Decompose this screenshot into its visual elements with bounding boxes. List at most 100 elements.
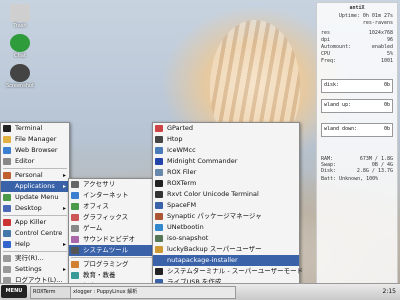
- start-menu-button[interactable]: MENU: [1, 285, 27, 298]
- menu-item-icon: [155, 235, 163, 242]
- conky-user: res-ravens: [362, 20, 393, 26]
- menu-item-nutapackage-installer[interactable]: nutapackage-installer: [153, 255, 299, 266]
- menu-item-label: システムターミナル - スーパーユーザーモード: [167, 267, 304, 275]
- menu-item-item-6[interactable]: システムツール: [69, 245, 155, 256]
- menu-item-label: Personal: [15, 171, 43, 179]
- menu-item-app-killer[interactable]: App Killer: [1, 217, 69, 228]
- applications-submenu: アクセサリ インターネットオフィス グラフィックス ゲームサウンドとビデオシステムツー…: [68, 178, 156, 293]
- menu-item-icon: [155, 246, 163, 253]
- menu-item-iso-snapshot[interactable]: iso-snapshot: [153, 233, 299, 244]
- menu-item-midnight-commander[interactable]: Midnight Commander: [153, 156, 299, 167]
- desktop-icon-trash[interactable]: Trash: [0, 4, 40, 29]
- menu-item-label: UNetbootin: [167, 223, 204, 231]
- menu-item-item-5[interactable]: サウンドとビデオ: [69, 234, 155, 245]
- menu-item-icon: [71, 272, 79, 279]
- menu-item-personal[interactable]: Personal ▸: [1, 170, 69, 181]
- menu-item-label: 教育・教養: [83, 271, 116, 279]
- menu-item-item-8[interactable]: 教育・教養: [69, 270, 155, 281]
- menu-item-applications[interactable]: Applications ▸: [1, 181, 69, 192]
- conky-dpi-label: dpi: [321, 37, 331, 43]
- main-menu: Terminal File Manager Web Browser Editor Per…: [0, 122, 70, 287]
- menu-item-icon: [3, 158, 11, 165]
- menu-item-item-4[interactable]: ゲーム: [69, 223, 155, 234]
- menu-item-label: Terminal: [15, 124, 43, 132]
- menu-item-help[interactable]: Help ▸: [1, 239, 69, 250]
- desktop-icon-label: Screenshot: [6, 83, 34, 89]
- menu-item-icon: [71, 225, 79, 232]
- menu-item-item-3[interactable]: グラフィックス: [69, 212, 155, 223]
- menu-item-item-2[interactable]: オフィス: [69, 201, 155, 212]
- conky-disk-label: disk:: [324, 82, 340, 88]
- menu-item-icewmcc[interactable]: IceWMcc: [153, 145, 299, 156]
- menu-item-terminal[interactable]: Terminal: [1, 123, 69, 134]
- menu-item-update-menu[interactable]: Update Menu: [1, 192, 69, 203]
- desktop-icon-chat[interactable]: Chat: [0, 34, 40, 59]
- system-tools-submenu: GParted Htop IceWMcc Midnight Commander ROX …: [152, 122, 303, 300]
- menu-item-label: IceWMcc: [167, 146, 196, 154]
- menu-separator: [3, 251, 67, 252]
- conky-battery: Batt: Unknown, 100%: [321, 176, 379, 182]
- menu-item-item-13[interactable]: システムターミナル - スーパーユーザーモード: [153, 266, 303, 277]
- menu-item-label: サウンドとビデオ: [83, 235, 135, 243]
- menu-item-label: Update Menu: [15, 193, 59, 201]
- menu-item-label: Applications: [15, 182, 55, 190]
- conky-uptime: Uptime: 0h 01m 27s: [338, 13, 393, 19]
- conky-wlan-up-value: 0b: [383, 102, 390, 108]
- menu-item-item-1[interactable]: インターネット: [69, 190, 155, 201]
- menu-item-control-centre[interactable]: Control Centre: [1, 228, 69, 239]
- menu-item-label: Help: [15, 240, 30, 248]
- menu-item-unetbootin[interactable]: UNetbootin: [153, 222, 299, 233]
- menu-item-label: nutapackage-installer: [167, 256, 238, 264]
- menu-item-gparted[interactable]: GParted: [153, 123, 299, 134]
- conky-wlan-down-label: wland down:: [324, 126, 358, 132]
- menu-item-label: Midnight Commander: [167, 157, 238, 165]
- menu-item-label: SpaceFM: [167, 201, 197, 209]
- menu-item-label: ゲーム: [83, 224, 103, 232]
- menu-item-file-manager[interactable]: File Manager: [1, 134, 69, 145]
- submenu-arrow-icon: ▸: [62, 205, 66, 212]
- menu-item-icon: [155, 268, 163, 275]
- menu-item-icon: [3, 266, 11, 273]
- menu-item-settings[interactable]: Settings ▸: [1, 264, 69, 275]
- submenu-arrow-icon: ▸: [62, 241, 66, 248]
- taskbar-window-roxterm[interactable]: ROXTerm: [30, 286, 72, 299]
- menu-separator: [71, 257, 153, 258]
- conky-res-label: res: [321, 30, 331, 36]
- menu-item-label: App Killer: [15, 218, 47, 226]
- menu-item-icon: [3, 230, 11, 237]
- menu-item-icon: [3, 125, 11, 132]
- menu-item-rxvt-color-unicode-terminal[interactable]: Rxvt Color Unicode Terminal: [153, 189, 299, 200]
- trash-icon: [10, 4, 30, 22]
- menu-item-editor[interactable]: Editor: [1, 156, 69, 167]
- conky-disk-value: 0b: [383, 82, 390, 88]
- menu-item-label: Desktop: [15, 204, 42, 212]
- desktop-icon-screenshot[interactable]: Screenshot: [0, 64, 40, 89]
- menu-item-icon: [3, 172, 11, 179]
- menu-item-item-0[interactable]: アクセサリ: [69, 179, 155, 190]
- conky-wlan-up-label: wland up:: [324, 102, 352, 108]
- conky-automount-label: Automount:: [321, 44, 352, 50]
- menu-item-luckybackup[interactable]: luckyBackup スーパーユーザー: [153, 244, 299, 255]
- conky-disk2-label: Disk:: [321, 168, 337, 174]
- conky-dpi-value: 96: [386, 37, 393, 43]
- menu-item-web-browser[interactable]: Web Browser: [1, 145, 69, 156]
- menu-item-icon: [71, 203, 79, 210]
- menu-item-desktop[interactable]: Desktop ▸: [1, 203, 69, 214]
- menu-item-label: Rxvt Color Unicode Terminal: [167, 190, 259, 198]
- menu-item-synaptic[interactable]: Synaptic パッケージマネージャ: [153, 211, 299, 222]
- menu-item-r[interactable]: 実行(R)...: [1, 253, 69, 264]
- menu-item-label: インターネット: [83, 191, 129, 199]
- menu-item-label: iso-snapshot: [167, 234, 209, 242]
- menu-item-icon: [71, 181, 79, 188]
- menu-item-roxterm[interactable]: ROXTerm: [153, 178, 299, 189]
- menu-item-label: luckyBackup スーパーユーザー: [167, 245, 262, 253]
- conky-wlan-down-graph: wland down: 0b: [321, 123, 393, 137]
- menu-item-item-7[interactable]: プログラミング: [69, 259, 155, 270]
- menu-item-rox-filer[interactable]: ROX Filer: [153, 167, 299, 178]
- taskbar: MENU ROXTerm xlogger : PuppyLinux 解析 2:1…: [0, 283, 400, 300]
- taskbar-window-xlogger[interactable]: xlogger : PuppyLinux 解析: [70, 286, 236, 299]
- menu-item-icon: [3, 194, 11, 201]
- menu-item-spacefm[interactable]: SpaceFM: [153, 200, 299, 211]
- menu-item-icon: [155, 180, 163, 187]
- menu-item-htop[interactable]: Htop: [153, 134, 299, 145]
